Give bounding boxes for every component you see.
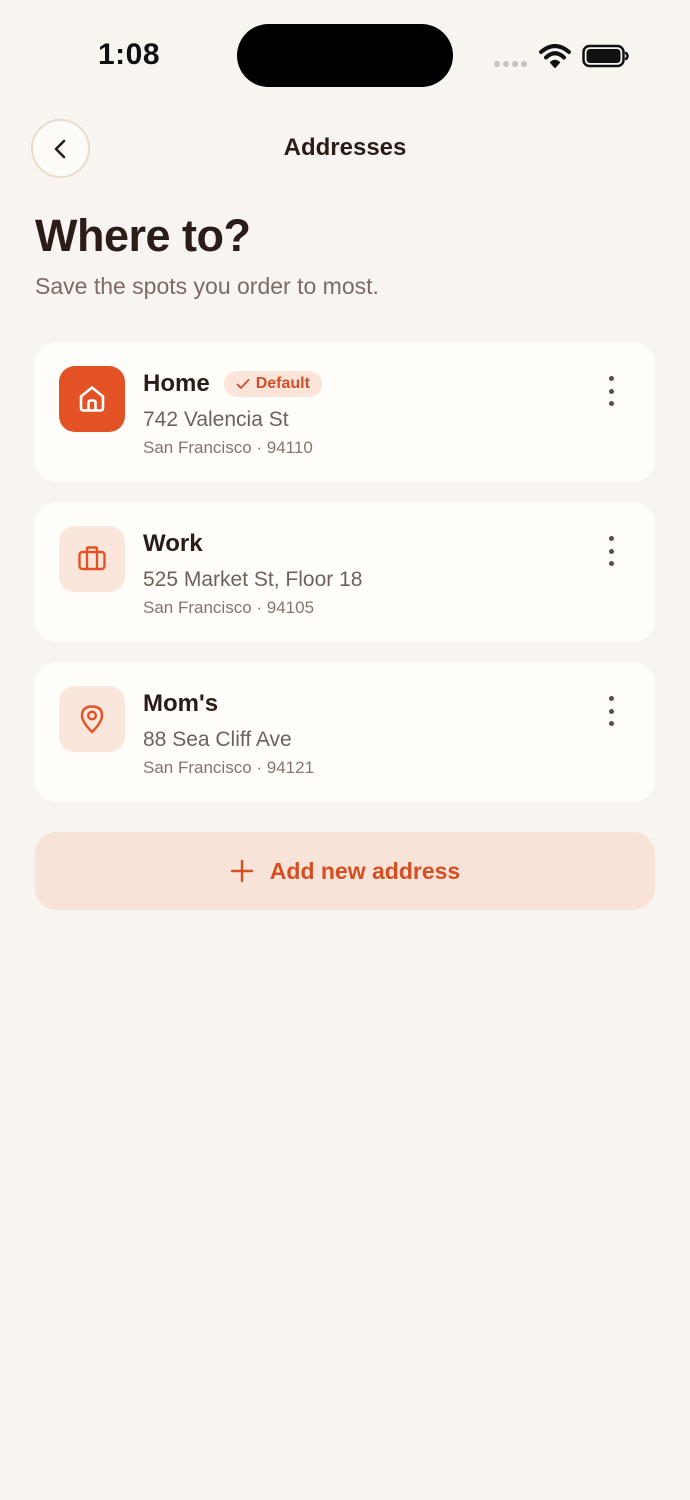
address-street: 742 Valencia St [143,408,289,431]
home-icon [79,386,105,412]
add-new-address-label: Add new address [269,857,461,884]
address-icon-tile [59,686,125,752]
address-city: San Francisco · 94105 [143,598,315,617]
status-time: 1:08 [98,38,161,71]
more-dot [608,696,614,701]
more-options-button[interactable] [599,696,623,726]
default-badge-label: Default [255,375,310,392]
address-card-home[interactable]: Home Default 742 Valencia St San Francis… [35,342,655,482]
more-options-button[interactable] [599,536,623,566]
address-name-row: Mom's [143,690,218,718]
address-city: San Francisco · 94110 [143,438,313,457]
more-dot [608,561,614,566]
address-card-work[interactable]: Work 525 Market St, Floor 18 San Francis… [35,502,655,642]
map-pin-icon [80,705,104,734]
check-icon [236,379,250,389]
more-dot [608,401,614,406]
page-title: Where to? [35,210,251,261]
address-name: Work [143,530,203,557]
more-dot [608,376,614,381]
default-badge: Default [223,371,322,397]
address-name-row: Home Default [143,370,322,398]
address-icon-tile [59,526,125,592]
address-city: San Francisco · 94121 [143,758,315,777]
address-street: 525 Market St, Floor 18 [143,568,363,591]
address-name: Mom's [143,690,219,717]
status-bar: 1:08 [0,0,690,110]
address-card-moms[interactable]: Mom's 88 Sea Cliff Ave San Francisco · 9… [35,662,655,802]
page-subtitle: Save the spots you order to most. [35,273,379,299]
cellular-signal-icon [494,61,527,67]
dynamic-island [237,24,453,87]
more-options-button[interactable] [599,376,623,406]
more-dot [608,708,614,714]
more-dot [608,388,614,394]
nav-title: Addresses [283,134,407,161]
more-dot [608,536,614,541]
address-list: Home Default 742 Valencia St San Francis… [35,342,655,822]
address-name-row: Work [143,530,203,558]
address-street: 88 Sea Cliff Ave [143,728,292,751]
battery-icon [582,44,629,68]
more-dot [608,548,614,554]
address-name: Home [143,370,210,397]
address-icon-tile [59,366,125,432]
briefcase-icon [78,546,106,571]
wifi-icon [539,44,571,68]
add-new-address-button[interactable]: Add new address [35,832,655,910]
addresses-screen: 1:08 Addresses Where to? Save the spots … [0,0,690,1500]
plus-icon [230,859,253,883]
more-dot [608,721,614,726]
